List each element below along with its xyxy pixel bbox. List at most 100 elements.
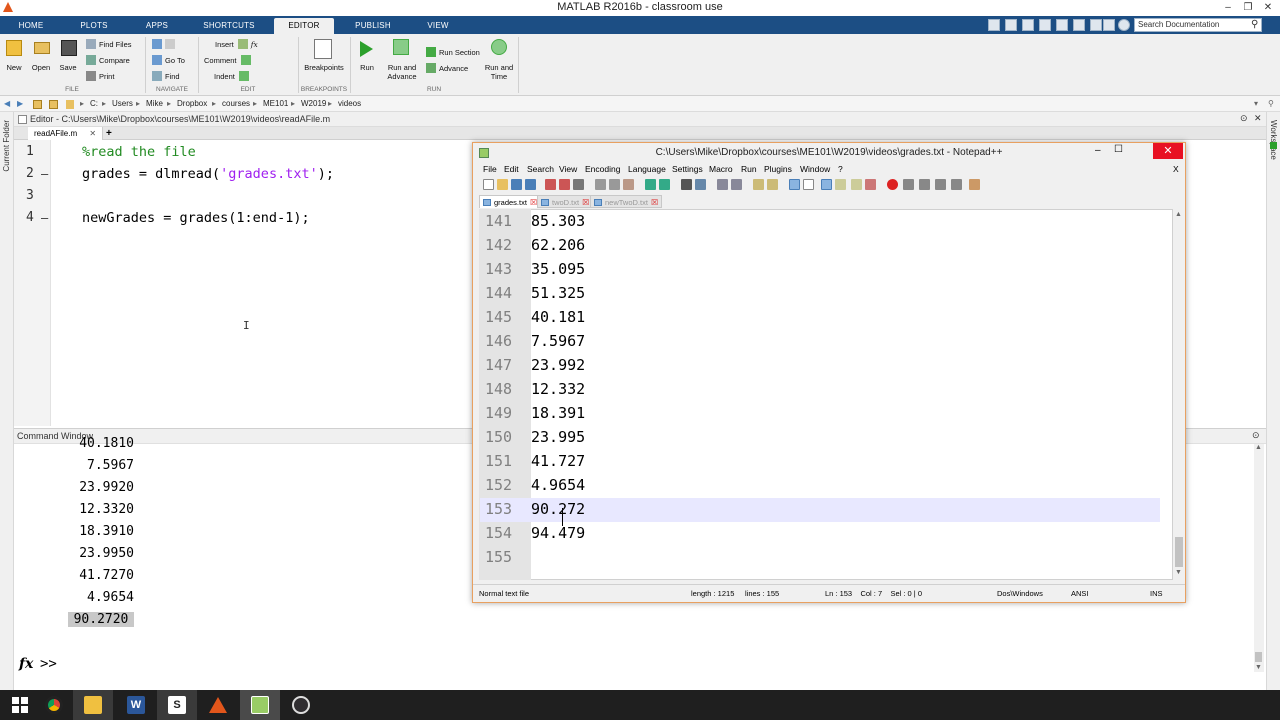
menu-window[interactable]: Window: [800, 164, 830, 174]
restore-icon[interactable]: ❐: [1238, 0, 1258, 16]
breakpoint-marker[interactable]: —: [41, 167, 48, 181]
menu-run[interactable]: Run: [741, 164, 757, 174]
current-folder-strip[interactable]: Current Folder: [0, 112, 14, 690]
menu-edit[interactable]: Edit: [504, 164, 519, 174]
menu-encoding[interactable]: Encoding: [585, 164, 620, 174]
npp-doc-map-icon[interactable]: [851, 179, 862, 190]
npp-tab-grades[interactable]: grades.txt ☒: [479, 195, 542, 208]
breadcrumb-item[interactable]: W2019: [301, 99, 326, 108]
npp-indent-guide-icon[interactable]: [821, 179, 832, 190]
undo-quick-icon[interactable]: [1073, 19, 1085, 31]
switch-windows-icon[interactable]: [1103, 19, 1115, 31]
folder-up-icon[interactable]: [33, 100, 42, 109]
back-nav-icon[interactable]: ◀: [4, 99, 10, 108]
npp-zoom-in-icon[interactable]: [717, 179, 728, 190]
npp-save-macro-icon[interactable]: [951, 179, 962, 190]
tab-editor[interactable]: EDITOR: [274, 18, 334, 34]
find-button[interactable]: Find: [152, 71, 180, 81]
npp-redo-icon[interactable]: [659, 179, 670, 190]
print-button[interactable]: Print: [86, 71, 114, 81]
code-line[interactable]: newGrades = grades(1:end-1);: [82, 210, 310, 226]
npp-close-file-icon[interactable]: [545, 179, 556, 190]
scroll-up-icon[interactable]: ▲: [1255, 444, 1262, 451]
npp-line[interactable]: 152 4.9654: [480, 474, 1160, 498]
npp-minimize-icon[interactable]: ‒: [1095, 145, 1101, 156]
npp-line[interactable]: 153 90.272: [480, 498, 1160, 522]
npp-close-all-icon[interactable]: [559, 179, 570, 190]
npp-sync-v-icon[interactable]: [753, 179, 764, 190]
run-and-time-button[interactable]: Run and Time: [482, 63, 516, 81]
search-icon[interactable]: ⚲: [1251, 19, 1258, 30]
npp-paste-icon[interactable]: [623, 179, 634, 190]
forward-nav-icon[interactable]: ▶: [17, 99, 23, 108]
cut-quick-icon[interactable]: [1022, 19, 1034, 31]
command-window-actions-icon[interactable]: ⊙: [1252, 430, 1260, 441]
npp-tab-twod[interactable]: twoD.txt ☒: [537, 195, 594, 209]
npp-show-all-icon[interactable]: [803, 179, 814, 190]
npp-cut-icon[interactable]: [595, 179, 606, 190]
close-icon[interactable]: ✕: [1258, 0, 1278, 16]
tab-plots[interactable]: PLOTS: [76, 18, 112, 34]
advance-button[interactable]: Advance: [426, 63, 468, 73]
new-button[interactable]: New: [2, 63, 26, 72]
go-to-button[interactable]: Go To: [152, 55, 185, 65]
chrome-icon[interactable]: [34, 690, 74, 720]
tab-close-icon[interactable]: ☒: [582, 196, 589, 209]
npp-plugin-icon[interactable]: [969, 179, 980, 190]
menu-file[interactable]: File: [483, 164, 497, 174]
indent-button[interactable]: Indent: [214, 71, 252, 81]
search-documentation-input[interactable]: Search Documentation: [1134, 18, 1262, 32]
npp-scroll-thumb[interactable]: [1175, 537, 1183, 567]
npp-replace-icon[interactable]: [695, 179, 706, 190]
tab-shortcuts[interactable]: SHORTCUTS: [200, 18, 258, 34]
breadcrumb-item[interactable]: courses: [222, 99, 250, 108]
editor-close-icon[interactable]: ✕: [1254, 113, 1262, 124]
npp-line[interactable]: 148 12.332: [480, 378, 1160, 402]
command-scrollbar[interactable]: ▲ ▼: [1254, 444, 1264, 672]
notepad-plus-plus-taskbar-icon[interactable]: [240, 690, 280, 720]
npp-undo-icon[interactable]: [645, 179, 656, 190]
run-button[interactable]: Run: [355, 63, 379, 72]
comment-button[interactable]: Comment: [204, 55, 254, 65]
npp-find-icon[interactable]: [681, 179, 692, 190]
breadcrumb-item[interactable]: ME101: [263, 99, 288, 108]
open-button[interactable]: Open: [29, 63, 53, 72]
workspace-label[interactable]: Workspace: [1269, 120, 1278, 160]
breakpoint-marker[interactable]: —: [41, 211, 48, 225]
breadcrumb-item[interactable]: Mike: [146, 99, 163, 108]
tab-close-icon[interactable]: ☒: [651, 196, 658, 209]
menu-macro[interactable]: Macro: [709, 164, 733, 174]
save-quick-icon[interactable]: [1005, 19, 1017, 31]
find-files-button[interactable]: Find Files: [86, 39, 132, 49]
npp-zoom-out-icon[interactable]: [731, 179, 742, 190]
npp-print-icon[interactable]: [573, 179, 584, 190]
file-explorer-icon[interactable]: [73, 690, 113, 720]
npp-sync-h-icon[interactable]: [767, 179, 778, 190]
npp-line[interactable]: 150 23.995: [480, 426, 1160, 450]
npp-play-icon[interactable]: [919, 179, 930, 190]
browse-folder-icon[interactable]: [49, 100, 58, 109]
back-forward-icons[interactable]: [152, 39, 178, 49]
help-icon[interactable]: [1118, 19, 1130, 31]
breakpoints-button[interactable]: Breakpoints: [300, 63, 348, 72]
matlab-taskbar-icon[interactable]: [198, 690, 238, 720]
search-folder-icon[interactable]: ⚲: [1268, 99, 1274, 108]
menu-view[interactable]: View: [559, 164, 577, 174]
tab-close-icon[interactable]: ✕: [89, 129, 96, 138]
menu-plugins[interactable]: Plugins: [764, 164, 792, 174]
npp-doc-close-icon[interactable]: X: [1173, 164, 1179, 174]
npp-copy-icon[interactable]: [609, 179, 620, 190]
npp-line[interactable]: 145 40.181: [480, 306, 1160, 330]
menu-help[interactable]: ?: [838, 164, 843, 174]
npp-line[interactable]: 144 51.325: [480, 282, 1160, 306]
npp-line[interactable]: 154 94.479: [480, 522, 1160, 546]
npp-scroll-down-icon[interactable]: ▼: [1175, 569, 1182, 576]
npp-scrollbar[interactable]: ▲ ▼: [1173, 209, 1185, 580]
tab-home[interactable]: HOME: [14, 18, 48, 34]
npp-line[interactable]: 151 41.727: [480, 450, 1160, 474]
breadcrumb-item[interactable]: C:: [90, 99, 98, 108]
new-tab-button[interactable]: +: [100, 127, 118, 140]
tab-view[interactable]: VIEW: [420, 18, 456, 34]
minimize-icon[interactable]: ‒: [1218, 0, 1238, 16]
menu-search[interactable]: Search: [527, 164, 554, 174]
